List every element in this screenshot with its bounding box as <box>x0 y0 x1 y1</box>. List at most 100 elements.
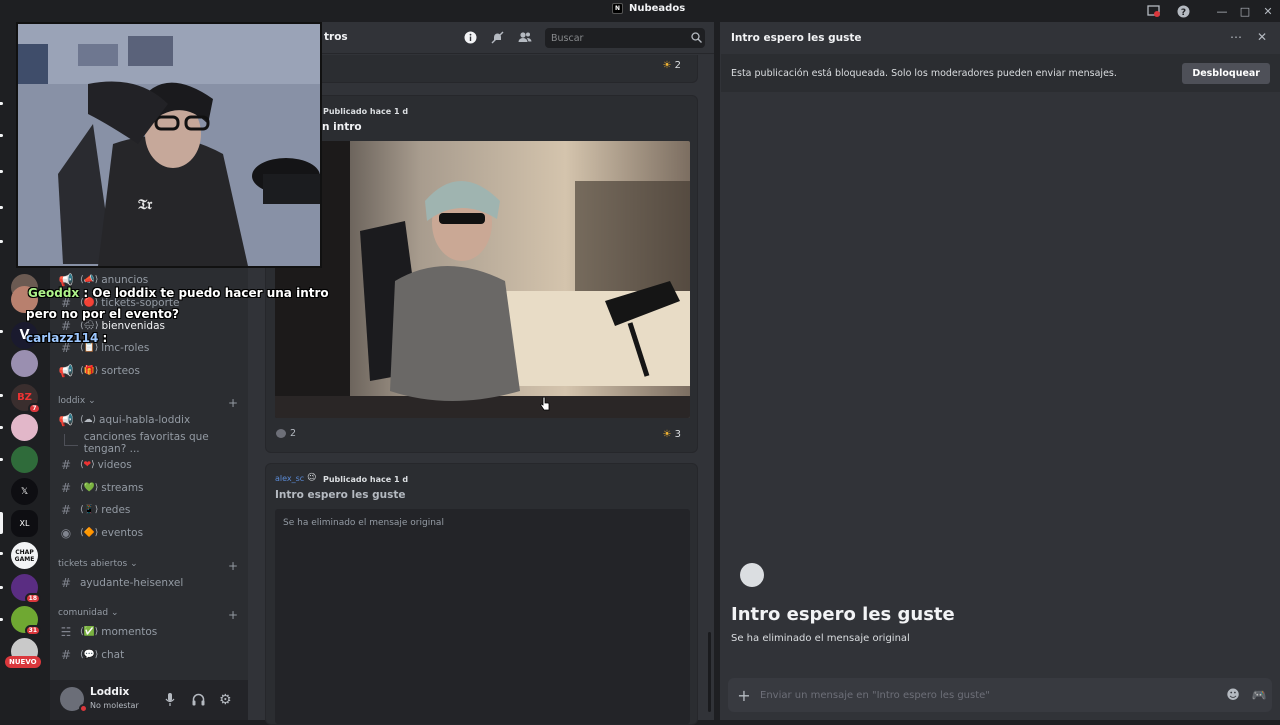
app-logo-icon: N <box>612 3 623 14</box>
post-image[interactable] <box>275 141 690 418</box>
category-loddix[interactable]: loddix ⌄ + <box>58 396 238 410</box>
window-title: N Nubeados <box>612 3 685 14</box>
more-options-icon[interactable]: ⋯ <box>1230 30 1242 44</box>
channel-label: chat <box>101 649 125 661</box>
selected-server-pill <box>0 512 3 534</box>
channel-item[interactable]: # ⟨💬⟩ chat <box>58 645 240 665</box>
mute-bell-icon[interactable] <box>491 31 504 44</box>
category-comunidad[interactable]: comunidad ⌄ + <box>58 608 238 622</box>
hash-icon: # <box>60 648 72 662</box>
channel-label: sorteos <box>101 365 140 377</box>
server-icon-wrap[interactable]: 31 <box>11 606 41 636</box>
announce-icon: 📢 <box>58 273 74 287</box>
channel-item[interactable]: ☵ ⟨✅⟩ momentos <box>58 622 240 642</box>
post-card[interactable]: Publicado hace 1 d n intro 2 ☀ 3 <box>265 95 698 453</box>
add-channel-icon[interactable]: + <box>228 396 238 410</box>
channel-item[interactable]: # ⟨💚⟩ streams <box>58 478 240 498</box>
search-input[interactable] <box>545 28 705 48</box>
channel-item[interactable]: # ⟨❤⟩ videos <box>58 455 240 475</box>
help-icon[interactable]: ? <box>1173 2 1193 20</box>
new-badge: NUEVO <box>5 656 41 668</box>
server-icon-wrap[interactable]: 18 <box>11 574 41 604</box>
thread-item[interactable]: canciones favoritas que tengan? ... <box>58 431 240 455</box>
scrollbar[interactable] <box>708 632 711 712</box>
server-icon[interactable] <box>11 350 38 377</box>
post-author[interactable]: alex_sc <box>275 474 304 483</box>
reaction-count: 2 <box>674 60 681 71</box>
unlock-button[interactable]: Desbloquear <box>1182 62 1270 84</box>
post-published: Publicado hace 1 d <box>323 475 409 484</box>
add-attachment-icon[interactable]: + <box>728 686 760 705</box>
server-icon[interactable] <box>11 446 38 473</box>
thread-panel: Intro espero les guste ⋯ ✕ Esta publicac… <box>720 22 1280 720</box>
unread-pill <box>0 426 3 429</box>
channel-emoji: ⟨🔶⟩ <box>80 528 99 538</box>
channel-label: momentos <box>101 626 158 638</box>
channel-item[interactable]: 📢 ⟨☁⟩ aqui-habla-loddix <box>58 410 240 430</box>
chat-message: : <box>98 331 108 345</box>
reaction[interactable]: ☀ 3 <box>662 429 681 440</box>
sun-emoji-icon: ☀ <box>662 60 672 71</box>
channel-emoji: ⟨🌨⟩ <box>80 321 99 331</box>
channel-item[interactable]: # ⟨📱⟩ redes <box>58 500 240 520</box>
stream-chat-line: Geoddx : Oe loddix te puedo hacer una in… <box>28 286 329 300</box>
channel-emoji: ⟨❤⟩ <box>80 460 95 470</box>
unread-pill <box>0 240 3 243</box>
channel-label: anuncios <box>101 274 149 286</box>
add-channel-icon[interactable]: + <box>228 608 238 622</box>
thread-bubble-icon <box>740 563 764 587</box>
forum-icon: ☵ <box>60 625 72 639</box>
gamepad-icon[interactable]: 🎮 <box>1246 688 1272 702</box>
svg-text:?: ? <box>1180 8 1185 18</box>
add-channel-icon[interactable]: + <box>228 559 238 573</box>
server-icon[interactable]: 𝕏 <box>11 478 38 505</box>
channel-item[interactable]: 📢 ⟨🎁⟩ sorteos <box>58 361 240 381</box>
chat-message: pero no por el evento? <box>26 307 179 321</box>
unread-pill <box>0 586 3 589</box>
channel-emoji: ⟨🎁⟩ <box>80 366 99 376</box>
comment-bubble-icon <box>276 429 286 438</box>
forum-title: tros <box>324 31 348 43</box>
close-thread-icon[interactable]: ✕ <box>1257 30 1267 44</box>
server-icon-wrap[interactable]: BZ 7 <box>11 384 41 414</box>
chevron-down-icon: ⌄ <box>110 608 119 618</box>
reaction-count: 3 <box>674 429 681 440</box>
sun-emoji-icon: ☀ <box>662 429 672 440</box>
post-title: n intro <box>322 121 362 133</box>
server-icon-nubeados[interactable]: XL <box>11 510 38 537</box>
author-emoji-icon: 😉 <box>307 473 317 483</box>
post-card[interactable]: alex_sc 😉 Publicado hace 1 d Intro esper… <box>265 463 698 725</box>
unread-pill <box>0 134 3 137</box>
microphone-icon[interactable] <box>165 693 175 706</box>
channel-label: bienvenidas <box>101 320 165 332</box>
webcam-overlay: 𝔗𝔯 <box>16 22 322 268</box>
locked-banner: Esta publicación está bloqueada. Solo lo… <box>721 54 1280 92</box>
info-icon[interactable] <box>464 31 477 44</box>
server-icon[interactable] <box>11 414 38 441</box>
title-bar: N Nubeados ? — □ ✕ <box>0 0 1280 22</box>
unread-pill <box>0 394 3 397</box>
minimize-icon[interactable]: — <box>1212 2 1232 20</box>
channel-label: redes <box>101 504 131 516</box>
members-icon[interactable] <box>518 31 532 43</box>
category-label: loddix <box>58 396 86 406</box>
message-input[interactable] <box>760 689 1220 701</box>
server-icon[interactable]: CHAP GAME <box>11 542 38 569</box>
settings-gear-icon[interactable]: ⚙ <box>219 692 232 708</box>
reaction[interactable]: ☀ 2 <box>662 60 681 71</box>
post-card-partial[interactable]: ☀ 2 <box>265 55 698 83</box>
channel-item[interactable]: ◉ ⟨🔶⟩ eventos <box>58 523 240 543</box>
announce-icon: 📢 <box>58 364 74 378</box>
unread-pill <box>0 618 3 621</box>
close-window-icon[interactable]: ✕ <box>1258 2 1278 20</box>
chat-username: carlazz114 <box>26 331 99 345</box>
inbox-icon[interactable] <box>1143 2 1163 20</box>
locked-text: Esta publicación está bloqueada. Solo lo… <box>731 67 1117 79</box>
maximize-icon[interactable]: □ <box>1235 2 1255 20</box>
sticker-icon[interactable]: ☻ <box>1220 688 1246 703</box>
window-title-text: Nubeados <box>629 3 686 14</box>
channel-item[interactable]: # ayudante-heisenxel <box>58 573 240 593</box>
hash-icon: # <box>60 503 72 517</box>
headphones-icon[interactable] <box>192 693 205 706</box>
category-tickets[interactable]: tickets abiertos ⌄ + <box>58 559 238 573</box>
